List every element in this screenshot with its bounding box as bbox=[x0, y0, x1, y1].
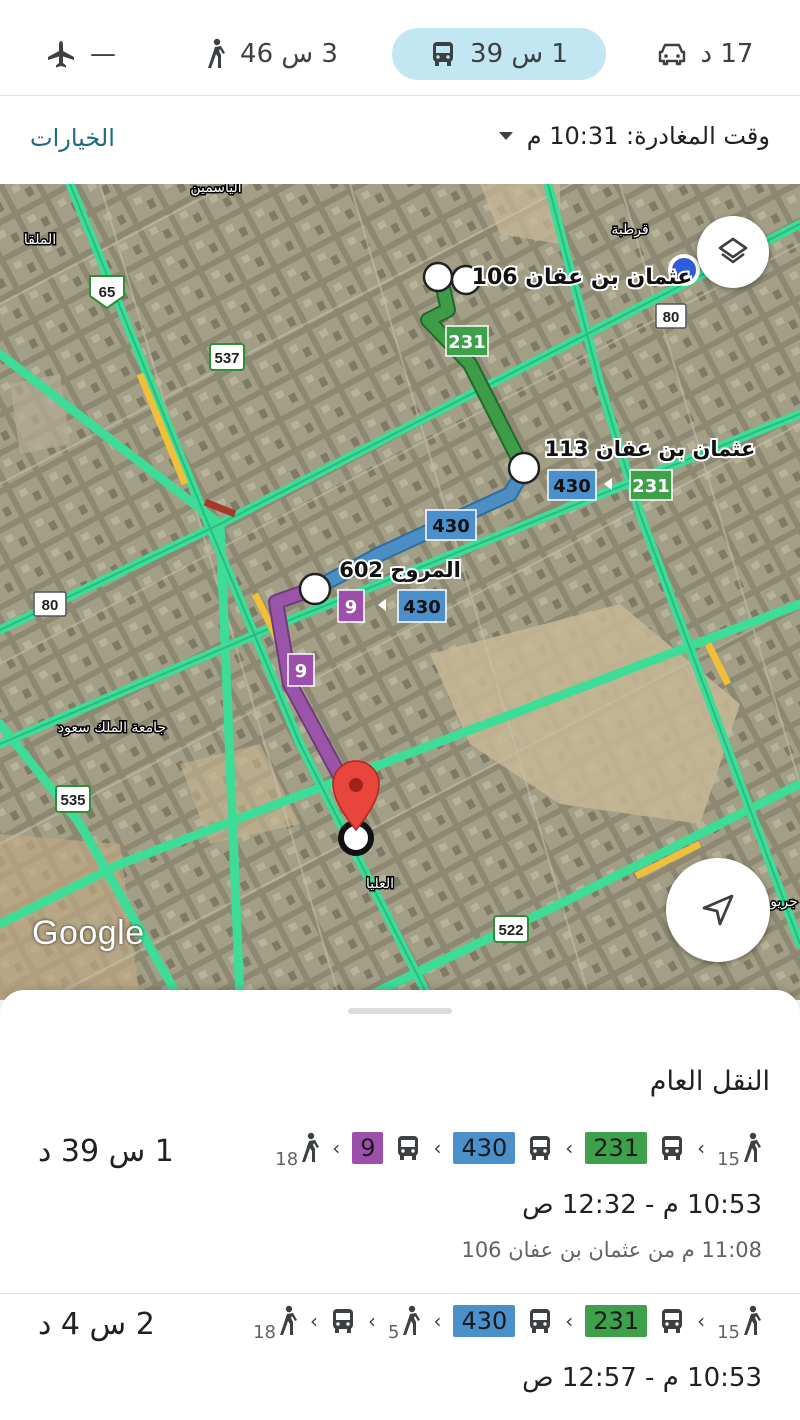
route-badge-430: 430 bbox=[453, 1132, 516, 1164]
label-olaya: العليا bbox=[366, 876, 394, 892]
bus-icon bbox=[398, 1136, 419, 1160]
route-badge-231-a: 231 bbox=[448, 332, 486, 353]
route-badge-231-b: 231 bbox=[632, 476, 670, 497]
walk-step-mid: 5 bbox=[388, 1305, 421, 1343]
bus-icon bbox=[433, 42, 454, 66]
bus-icon bbox=[662, 1309, 683, 1333]
route-steps: 18 ‹ ‹ 5 ‹ 430 ‹ 231 ‹ 15 bbox=[253, 1305, 762, 1343]
caret-down-icon bbox=[498, 132, 513, 140]
walk-icon bbox=[403, 1305, 421, 1335]
walk-minutes: 18 bbox=[275, 1149, 299, 1170]
walk-icon bbox=[302, 1132, 320, 1162]
route-option-1[interactable]: 1 س 39 د 18 ‹ 9 ‹ 430 ‹ 231 ‹ 15 10:53 م… bbox=[0, 1122, 800, 1294]
shield-80-west: 80 bbox=[42, 597, 59, 614]
route-badge-430: 430 bbox=[453, 1305, 516, 1337]
route-times: 10:53 م - 12:57 ص bbox=[522, 1363, 762, 1393]
shield-535: 535 bbox=[60, 792, 85, 809]
chevron-icon: ‹ bbox=[697, 1309, 706, 1333]
route-option-2[interactable]: 2 س 4 د 18 ‹ ‹ 5 ‹ 430 ‹ 231 ‹ 15 10:53 … bbox=[0, 1295, 800, 1420]
route-badge-430-a: 430 bbox=[553, 476, 591, 497]
walk-step-end: 18 bbox=[253, 1305, 298, 1343]
bus-icon bbox=[530, 1309, 551, 1333]
walk-step-start: 15 bbox=[717, 1305, 762, 1343]
walk-minutes: 15 bbox=[717, 1322, 740, 1343]
bus-icon bbox=[662, 1136, 683, 1160]
bus-icon bbox=[530, 1136, 551, 1160]
shield-522: 522 bbox=[498, 922, 523, 939]
route-badge-9-a: 9 bbox=[345, 597, 358, 618]
walk-icon bbox=[744, 1132, 761, 1162]
label-stop-top: عثمان بن عفان 106 bbox=[472, 265, 693, 290]
mode-drive[interactable]: 17 د bbox=[650, 28, 760, 80]
chevron-icon: ‹ bbox=[368, 1309, 377, 1333]
depart-time-selector[interactable]: وقت المغادرة: 10:31 م bbox=[498, 122, 770, 150]
mode-walk[interactable]: 3 س 46 bbox=[196, 28, 346, 80]
departure-row: الخيارات وقت المغادرة: 10:31 م bbox=[0, 96, 800, 184]
route-badge-9-b: 9 bbox=[295, 661, 308, 682]
travel-mode-bar: 17 د 1 س 39 3 س 46 — bbox=[0, 0, 800, 96]
mode-flight-label: — bbox=[90, 39, 116, 69]
results-sheet: النقل العام 1 س 39 د 18 ‹ 9 ‹ 430 ‹ 231 … bbox=[0, 990, 800, 1420]
route-badge-430-b: 430 bbox=[432, 516, 470, 537]
label-stop-mid: عثمان بن عفان 113 bbox=[545, 437, 756, 461]
label-stop-low: المروج 602 bbox=[339, 558, 461, 583]
chevron-icon: ‹ bbox=[565, 1136, 574, 1160]
mode-walk-label: 3 س 46 bbox=[240, 39, 338, 69]
sheet-title: النقل العام bbox=[649, 1066, 770, 1097]
walk-icon bbox=[744, 1305, 761, 1335]
chevron-icon: ‹ bbox=[310, 1309, 319, 1333]
google-watermark: Google bbox=[32, 914, 145, 952]
chevron-icon: ‹ bbox=[433, 1309, 442, 1333]
mode-transit-label: 1 س 39 bbox=[470, 39, 568, 69]
label-yasmin: الياسمين bbox=[190, 184, 241, 196]
layers-button[interactable] bbox=[697, 216, 769, 288]
route-steps: 18 ‹ 9 ‹ 430 ‹ 231 ‹ 15 bbox=[275, 1132, 762, 1170]
walk-icon bbox=[280, 1305, 298, 1335]
mode-drive-label: 17 د bbox=[700, 39, 754, 69]
sheet-handle[interactable] bbox=[348, 1008, 452, 1014]
walk-minutes: 18 bbox=[253, 1322, 277, 1343]
mode-transit[interactable]: 1 س 39 bbox=[392, 28, 606, 80]
walk-step-start: 15 bbox=[717, 1132, 762, 1170]
chevron-icon: ‹ bbox=[332, 1136, 341, 1160]
label-king-saud: جامعة الملك سعود bbox=[58, 720, 166, 736]
route-departure-info: 11:08 م من عثمان بن عفان 106 bbox=[461, 1238, 762, 1262]
label-malqa: الملقا bbox=[24, 232, 56, 248]
depart-time-label: وقت المغادرة: 10:31 م bbox=[526, 122, 770, 150]
chevron-icon: ‹ bbox=[565, 1309, 574, 1333]
bus-icon bbox=[333, 1309, 354, 1333]
route-duration: 2 س 4 د bbox=[38, 1307, 155, 1342]
walk-minutes: 15 bbox=[717, 1149, 740, 1170]
route-duration: 1 س 39 د bbox=[38, 1134, 174, 1169]
shield-80-east: 80 bbox=[663, 309, 680, 326]
options-link[interactable]: الخيارات bbox=[30, 124, 115, 152]
label-qurtuba: قرطبة bbox=[611, 222, 648, 238]
walk-minutes: 5 bbox=[388, 1322, 400, 1343]
plane-icon bbox=[48, 41, 74, 68]
route-badge-430-c: 430 bbox=[403, 597, 441, 618]
mode-flight[interactable]: — bbox=[36, 28, 126, 80]
chevron-icon: ‹ bbox=[697, 1136, 706, 1160]
route-times: 10:53 م - 12:32 ص bbox=[522, 1190, 762, 1220]
route-badge-231: 231 bbox=[585, 1132, 648, 1164]
car-icon bbox=[658, 43, 685, 66]
map-view[interactable]: 65 537 80 80 535 522 231 430 231 430 9 4… bbox=[0, 184, 800, 1000]
shield-537: 537 bbox=[214, 350, 239, 367]
walk-icon bbox=[208, 38, 226, 68]
my-location-button[interactable] bbox=[666, 858, 770, 962]
route-badge-9: 9 bbox=[352, 1132, 384, 1164]
label-east: جريو bbox=[769, 894, 798, 910]
chevron-icon: ‹ bbox=[433, 1136, 442, 1160]
layers-icon bbox=[718, 237, 748, 264]
walk-step-end: 18 bbox=[275, 1132, 320, 1170]
route-badge-231: 231 bbox=[585, 1305, 648, 1337]
navigation-icon bbox=[702, 894, 734, 926]
shield-65: 65 bbox=[99, 284, 116, 301]
